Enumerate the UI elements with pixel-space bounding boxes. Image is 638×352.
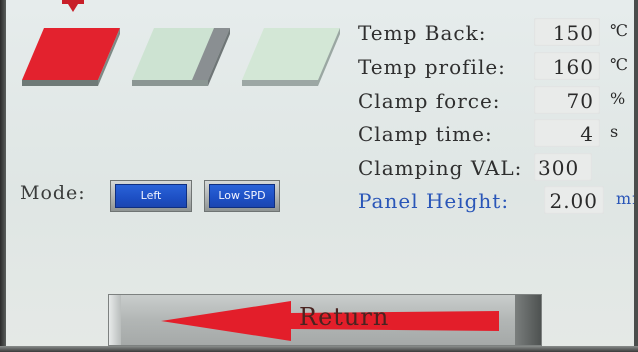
- screen-bezel: [0, 0, 6, 352]
- param-panel-height: Panel Height: 2.00 mm: [354, 186, 638, 216]
- param-label: Temp profile:: [358, 55, 506, 79]
- param-temp-back: Temp Back: 150 ℃: [354, 18, 634, 48]
- mode-speed-button-label: Low SPD: [209, 184, 275, 208]
- param-label: Clamp force:: [358, 89, 501, 113]
- return-button-edge: [109, 295, 121, 345]
- mode-label: Mode:: [20, 182, 86, 204]
- panel-2[interactable]: [132, 28, 230, 86]
- screen-bezel: [634, 0, 638, 352]
- param-unit: ℃: [610, 21, 629, 40]
- param-label: Clamp time:: [358, 122, 493, 146]
- param-temp-profile: Temp profile: 160 ℃: [354, 52, 634, 82]
- panel-1-active[interactable]: [22, 28, 120, 86]
- panel-3[interactable]: [242, 28, 340, 86]
- mode-side-button-label: Left: [115, 184, 187, 208]
- param-unit: s: [610, 122, 620, 141]
- hmi-screen: Temp Back: 150 ℃ Temp profile: 160 ℃ Cla…: [0, 0, 638, 352]
- active-panel-pointer-icon: [62, 0, 84, 12]
- return-button[interactable]: Return: [108, 294, 542, 346]
- param-label: Clamping VAL:: [358, 156, 523, 180]
- screen-bezel: [0, 346, 638, 352]
- temp-back-value[interactable]: 150: [534, 18, 600, 46]
- temp-profile-value[interactable]: 160: [534, 52, 600, 80]
- clamping-val-value[interactable]: 300: [534, 153, 592, 181]
- param-clamp-time: Clamp time: 4 s: [354, 119, 634, 149]
- param-label: Temp Back:: [358, 21, 487, 45]
- mode-side-button[interactable]: Left: [110, 180, 192, 212]
- clamp-time-value[interactable]: 4: [534, 119, 600, 147]
- panel-height-value[interactable]: 2.00: [544, 186, 604, 214]
- param-unit: ℃: [610, 55, 629, 74]
- return-button-label: Return: [299, 303, 390, 331]
- param-label: Panel Height:: [358, 189, 510, 213]
- clamp-force-value[interactable]: 70: [534, 86, 600, 114]
- param-unit: %: [610, 89, 627, 108]
- mode-speed-button[interactable]: Low SPD: [204, 180, 280, 212]
- param-clamping-val: Clamping VAL: 300: [354, 153, 634, 183]
- return-button-edge: [515, 295, 541, 345]
- param-clamp-force: Clamp force: 70 %: [354, 86, 634, 116]
- panel-selector: [22, 0, 340, 86]
